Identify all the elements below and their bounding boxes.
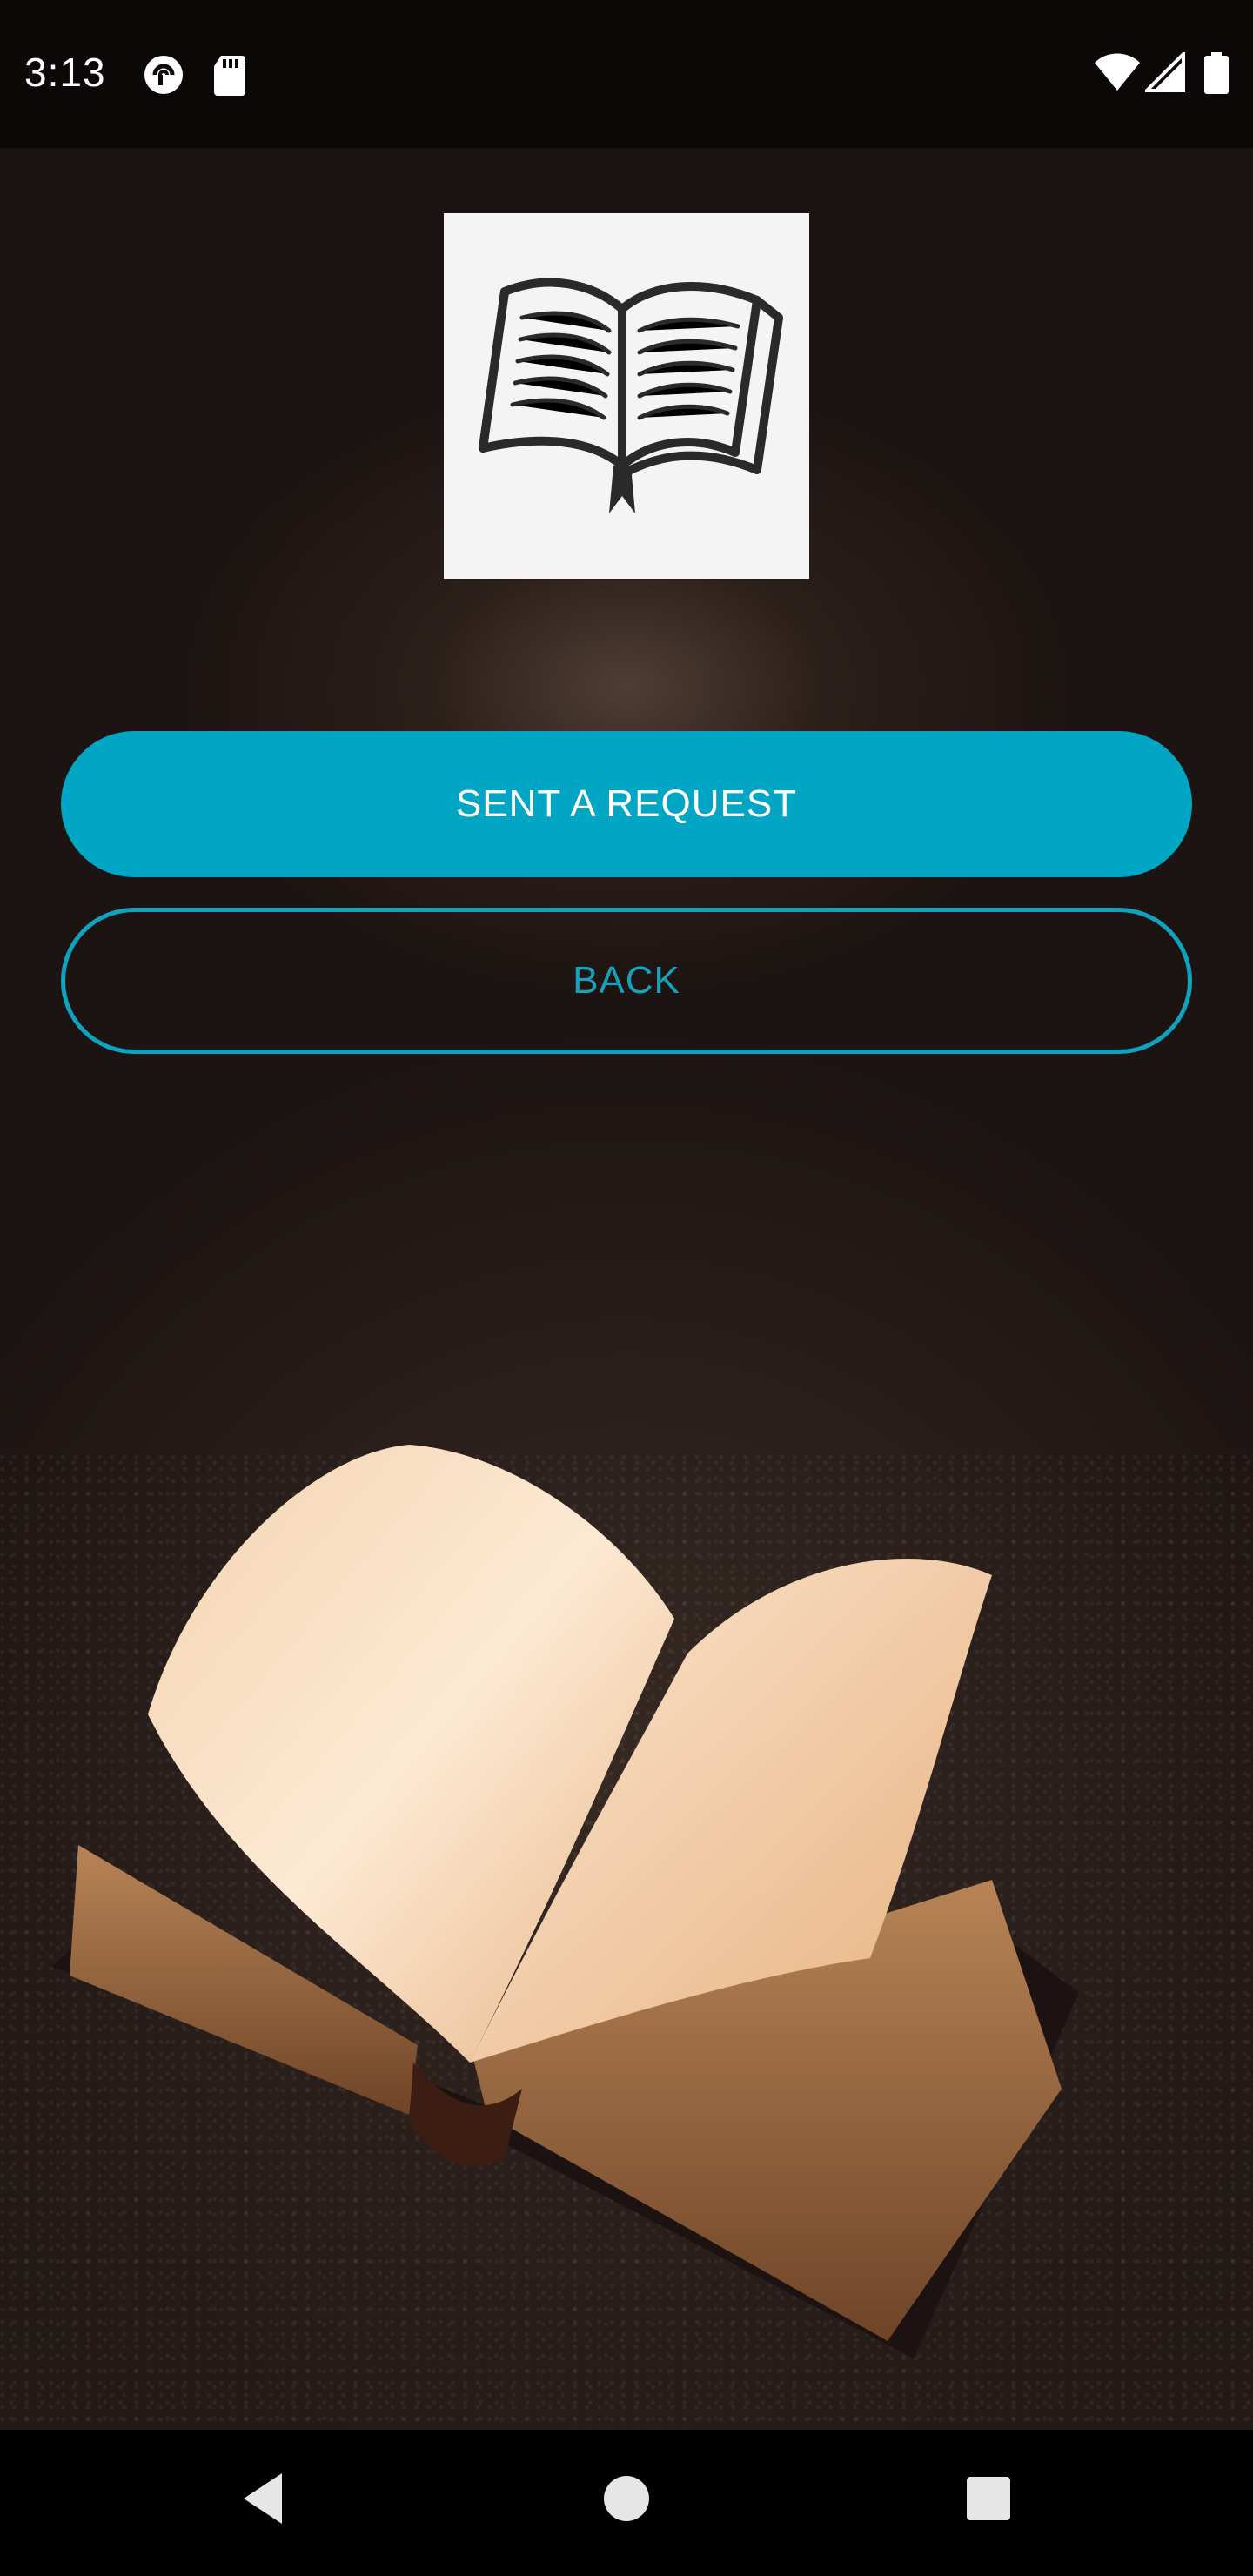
pocket-casts-icon xyxy=(144,56,183,94)
open-book-sketch-icon xyxy=(479,278,783,513)
status-bar: 3:13 xyxy=(0,0,1253,148)
back-icon[interactable] xyxy=(237,2468,289,2529)
back-button[interactable]: BACK xyxy=(61,908,1192,1054)
background-image: SENT A REQUEST BACK xyxy=(0,148,1253,2430)
app-logo xyxy=(444,213,809,579)
home-icon[interactable] xyxy=(602,2468,651,2529)
recents-icon[interactable] xyxy=(964,2468,1013,2529)
navigation-bar xyxy=(0,2430,1253,2576)
sent-request-button[interactable]: SENT A REQUEST xyxy=(61,731,1192,877)
signal-icon xyxy=(1145,52,1185,92)
open-book-photo xyxy=(52,1445,1079,2358)
sd-card-icon xyxy=(214,56,245,96)
status-time: 3:13 xyxy=(24,50,106,95)
wifi-icon xyxy=(1095,53,1140,91)
battery-icon xyxy=(1204,52,1229,94)
